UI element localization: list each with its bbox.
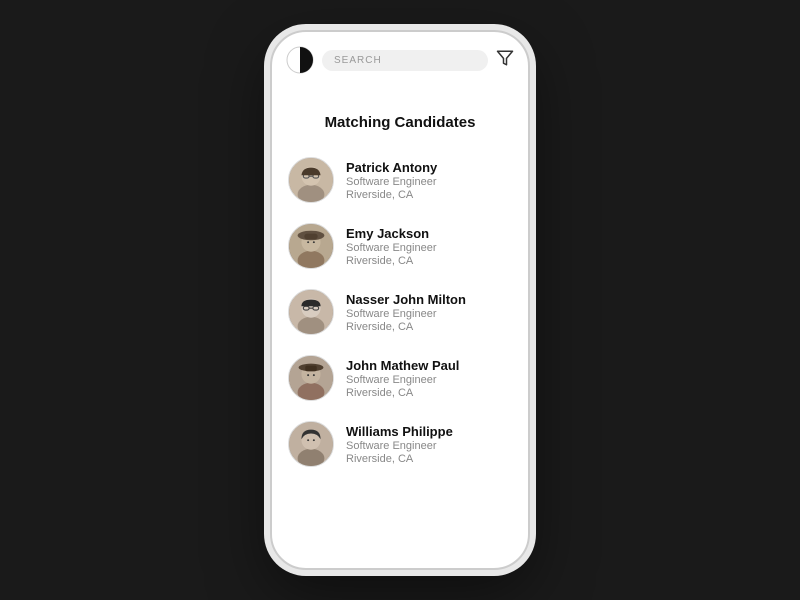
search-placeholder-text: SEARCH <box>334 55 382 66</box>
list-item[interactable]: John Mathew Paul Software Engineer River… <box>272 345 528 411</box>
list-item[interactable]: Patrick Antony Software Engineer Riversi… <box>272 147 528 213</box>
candidate-info: Nasser John Milton Software Engineer Riv… <box>346 292 466 333</box>
candidate-location: Riverside, CA <box>346 321 466 333</box>
candidate-info: Williams Philippe Software Engineer Rive… <box>346 424 453 465</box>
candidate-role: Software Engineer <box>346 242 437 254</box>
candidate-name: Emy Jackson <box>346 226 437 241</box>
candidate-info: John Mathew Paul Software Engineer River… <box>346 358 459 399</box>
filter-icon[interactable] <box>496 49 514 72</box>
avatar <box>288 289 334 335</box>
candidate-info: Patrick Antony Software Engineer Riversi… <box>346 160 437 201</box>
candidate-location: Riverside, CA <box>346 189 437 201</box>
candidate-list: Patrick Antony Software Engineer Riversi… <box>272 147 528 477</box>
candidate-location: Riverside, CA <box>346 387 459 399</box>
phone-header: SEARCH <box>272 32 528 84</box>
candidate-name: Nasser John Milton <box>346 292 466 307</box>
list-item[interactable]: Williams Philippe Software Engineer Rive… <box>272 411 528 477</box>
candidate-role: Software Engineer <box>346 440 453 452</box>
candidate-name: John Mathew Paul <box>346 358 459 373</box>
candidate-location: Riverside, CA <box>346 453 453 465</box>
avatar <box>288 355 334 401</box>
phone-content: Matching Candidates <box>272 84 528 568</box>
candidate-role: Software Engineer <box>346 308 466 320</box>
candidate-name: Williams Philippe <box>346 424 453 439</box>
candidate-info: Emy Jackson Software Engineer Riverside,… <box>346 226 437 267</box>
search-bar[interactable]: SEARCH <box>322 50 488 71</box>
avatar <box>288 223 334 269</box>
list-item[interactable]: Nasser John Milton Software Engineer Riv… <box>272 279 528 345</box>
candidate-name: Patrick Antony <box>346 160 437 175</box>
candidate-location: Riverside, CA <box>346 255 437 267</box>
avatar <box>288 421 334 467</box>
candidate-role: Software Engineer <box>346 176 437 188</box>
phone-frame: SEARCH Matching Candidates <box>270 30 530 570</box>
section-title: Matching Candidates <box>272 94 528 147</box>
app-logo-icon <box>286 46 314 74</box>
list-item[interactable]: Emy Jackson Software Engineer Riverside,… <box>272 213 528 279</box>
candidate-role: Software Engineer <box>346 374 459 386</box>
avatar <box>288 157 334 203</box>
